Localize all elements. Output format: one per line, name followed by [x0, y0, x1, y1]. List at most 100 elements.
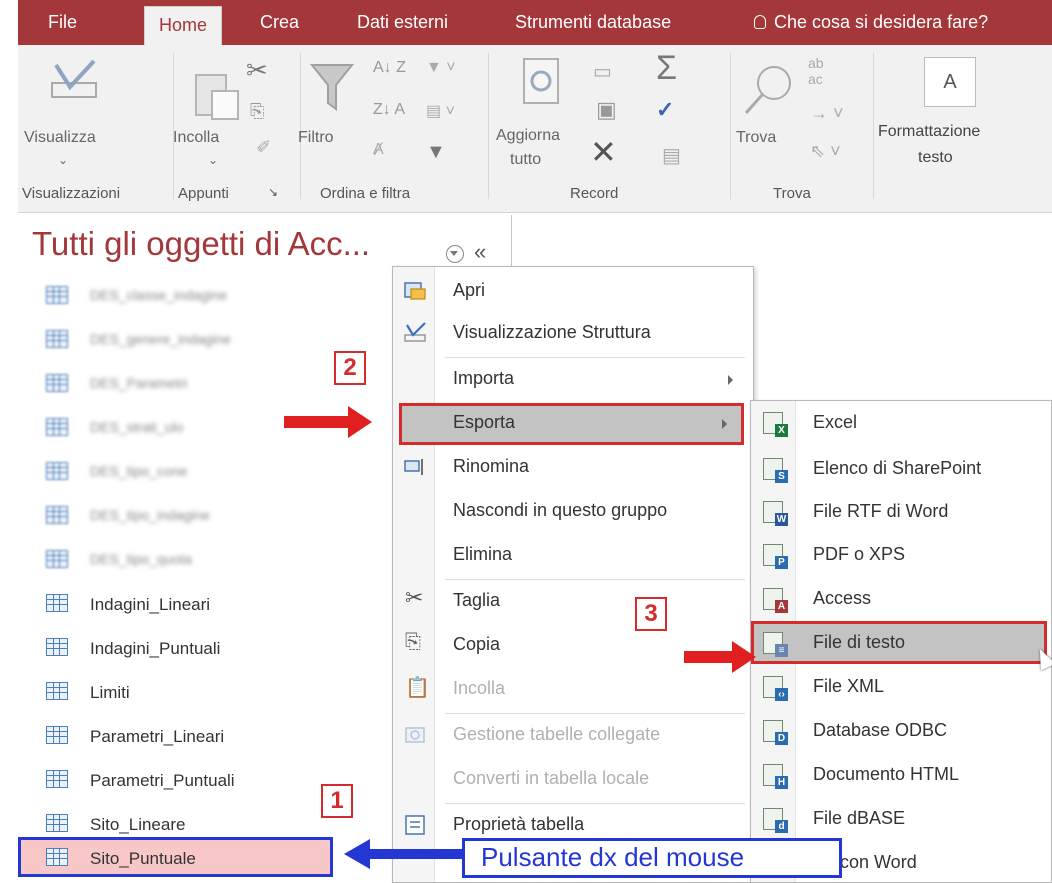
- submenu-label: File di testo: [813, 632, 906, 652]
- submenu-item-sharepoint[interactable]: S Elenco di SharePoint: [751, 447, 1051, 490]
- dbase-file-icon: d: [763, 808, 788, 833]
- tell-me-search[interactable]: Che cosa si desidera fare?: [754, 0, 988, 45]
- menu-label: Importa: [453, 368, 515, 388]
- nav-pane-title[interactable]: Tutti gli oggetti di Acc...: [32, 225, 370, 263]
- submenu-item-odbc[interactable]: D Database ODBC: [751, 709, 1051, 752]
- select-icon[interactable]: ⇖ ˅: [810, 141, 841, 162]
- html-document-icon: H: [763, 764, 788, 789]
- submenu-arrow-icon: [728, 375, 733, 385]
- submenu-item-file-di-testo[interactable]: ≡ File di testo: [751, 621, 1047, 664]
- submenu-label: Documento HTML: [813, 764, 960, 784]
- go-to-icon[interactable]: → ˅: [810, 103, 844, 124]
- menu-item-nascondi[interactable]: Nascondi in questo gruppo: [393, 491, 753, 533]
- table-icon: [46, 286, 68, 304]
- sort-descending-icon[interactable]: Z↓ A: [373, 101, 405, 119]
- trova-button[interactable]: Trova: [736, 129, 776, 147]
- menu-label: Taglia: [453, 590, 501, 610]
- submenu-item-excel[interactable]: X Excel: [751, 401, 1051, 444]
- table-icon: [46, 506, 68, 524]
- copy-icon[interactable]: ⎘: [250, 101, 264, 122]
- delete-icon[interactable]: ✕: [590, 133, 617, 171]
- menu-item-incolla[interactable]: 📋 Incolla: [393, 669, 753, 711]
- table-icon: [46, 550, 68, 568]
- format-painter-icon[interactable]: ✐: [256, 137, 271, 158]
- menu-item-rinomina[interactable]: Rinomina: [393, 447, 753, 489]
- selection-icon[interactable]: ▼ ˅: [426, 59, 456, 77]
- remove-sort-icon[interactable]: Ⱥ: [373, 141, 384, 159]
- table-icon: [46, 374, 68, 392]
- visualizza-button[interactable]: Visualizza: [24, 129, 96, 147]
- replace-icon[interactable]: ab ac: [808, 55, 824, 87]
- submenu-item-dbase[interactable]: d File dBASE: [751, 797, 1051, 840]
- nav-item-label: Sito_Lineare: [90, 815, 186, 834]
- submenu-item-html[interactable]: H Documento HTML: [751, 753, 1051, 796]
- collapse-pane-icon[interactable]: «: [474, 239, 486, 265]
- toggle-filter-icon[interactable]: ▼: [426, 141, 446, 164]
- submenu-label: Database ODBC: [813, 720, 948, 740]
- advanced-icon[interactable]: ▤ ˅: [426, 101, 455, 121]
- right-click-callout: Pulsante dx del mouse: [462, 838, 842, 878]
- menu-item-esporta[interactable]: Esporta: [399, 403, 744, 445]
- tab-strumenti-database[interactable]: Strumenti database: [515, 0, 671, 45]
- access-icon: A: [763, 588, 788, 613]
- submenu-item-xml[interactable]: ‹› File XML: [751, 665, 1051, 708]
- xml-file-icon: ‹›: [763, 676, 788, 701]
- sort-ascending-icon[interactable]: A↓ Z: [373, 59, 406, 77]
- incolla-button[interactable]: Incolla: [173, 129, 219, 147]
- dialog-launcher-icon[interactable]: ↘: [268, 185, 278, 199]
- formattazione-button-line2[interactable]: testo: [918, 149, 953, 167]
- submenu-label: PDF o XPS: [813, 544, 906, 564]
- menu-separator: [445, 579, 745, 580]
- formattazione-button[interactable]: Formattazione: [878, 123, 980, 141]
- tab-file[interactable]: File: [48, 0, 77, 45]
- chevron-down-icon[interactable]: ⌄: [208, 153, 218, 167]
- paste-icon: [195, 74, 239, 120]
- new-record-icon[interactable]: ▭: [593, 59, 612, 84]
- design-view-icon: [404, 322, 426, 342]
- submenu-item-pdf[interactable]: P PDF o XPS: [751, 533, 1051, 576]
- menu-item-gestione[interactable]: Gestione tabelle collegate: [393, 715, 753, 757]
- menu-separator: [445, 357, 745, 358]
- tab-dati-esterni[interactable]: Dati esterni: [357, 0, 448, 45]
- menu-label: Copia: [453, 634, 501, 654]
- menu-item-elimina[interactable]: Elimina: [393, 535, 753, 577]
- tab-crea[interactable]: Crea: [260, 0, 299, 45]
- menu-item-struttura[interactable]: Visualizzazione Struttura: [393, 313, 753, 355]
- chevron-down-icon[interactable]: ⌄: [58, 153, 68, 167]
- more-icon[interactable]: ▤: [662, 143, 681, 168]
- submenu-item-access[interactable]: A Access: [751, 577, 1051, 620]
- open-icon: [404, 282, 426, 300]
- aggiorna-button-line2[interactable]: tutto: [510, 151, 541, 169]
- text-file-icon: ≡: [763, 632, 788, 657]
- aggiorna-button[interactable]: Aggiorna: [496, 127, 560, 145]
- table-icon: [46, 814, 68, 832]
- menu-item-taglia[interactable]: ✂ Taglia: [393, 581, 753, 623]
- step-2-arrow: [284, 406, 372, 438]
- submenu-label: File RTF di Word: [813, 501, 949, 521]
- menu-label: Visualizzazione Struttura: [453, 322, 651, 342]
- submenu-item-rtf[interactable]: W File RTF di Word: [751, 490, 1051, 533]
- cut-icon: ✂: [405, 585, 424, 610]
- tab-home[interactable]: Home: [144, 6, 223, 45]
- font-icon: A: [924, 57, 976, 107]
- group-divider: [730, 53, 731, 199]
- cut-icon[interactable]: ✂: [246, 55, 268, 86]
- menu-item-converti[interactable]: Converti in tabella locale: [393, 759, 753, 801]
- group-label-trova: Trova: [773, 185, 811, 202]
- excel-icon: X: [763, 412, 788, 437]
- group-divider: [488, 53, 489, 199]
- spelling-icon[interactable]: ✓: [656, 97, 674, 123]
- nav-item-label: Limiti: [90, 683, 130, 702]
- save-icon[interactable]: ▣: [596, 97, 617, 123]
- totals-icon[interactable]: Σ: [656, 49, 677, 88]
- step-1-marker: 1: [321, 784, 353, 818]
- menu-item-apri[interactable]: Apri: [393, 271, 753, 313]
- paste-icon: 📋: [405, 677, 430, 699]
- callout-arrow: [344, 839, 468, 869]
- nav-dropdown-icon[interactable]: [446, 245, 464, 263]
- odbc-database-icon: D: [763, 720, 788, 745]
- menu-item-importa[interactable]: Importa: [393, 359, 753, 401]
- filtro-button[interactable]: Filtro: [298, 129, 334, 147]
- table-icon: [46, 594, 68, 612]
- nav-table-item-selected[interactable]: Sito_Puntuale: [18, 837, 333, 877]
